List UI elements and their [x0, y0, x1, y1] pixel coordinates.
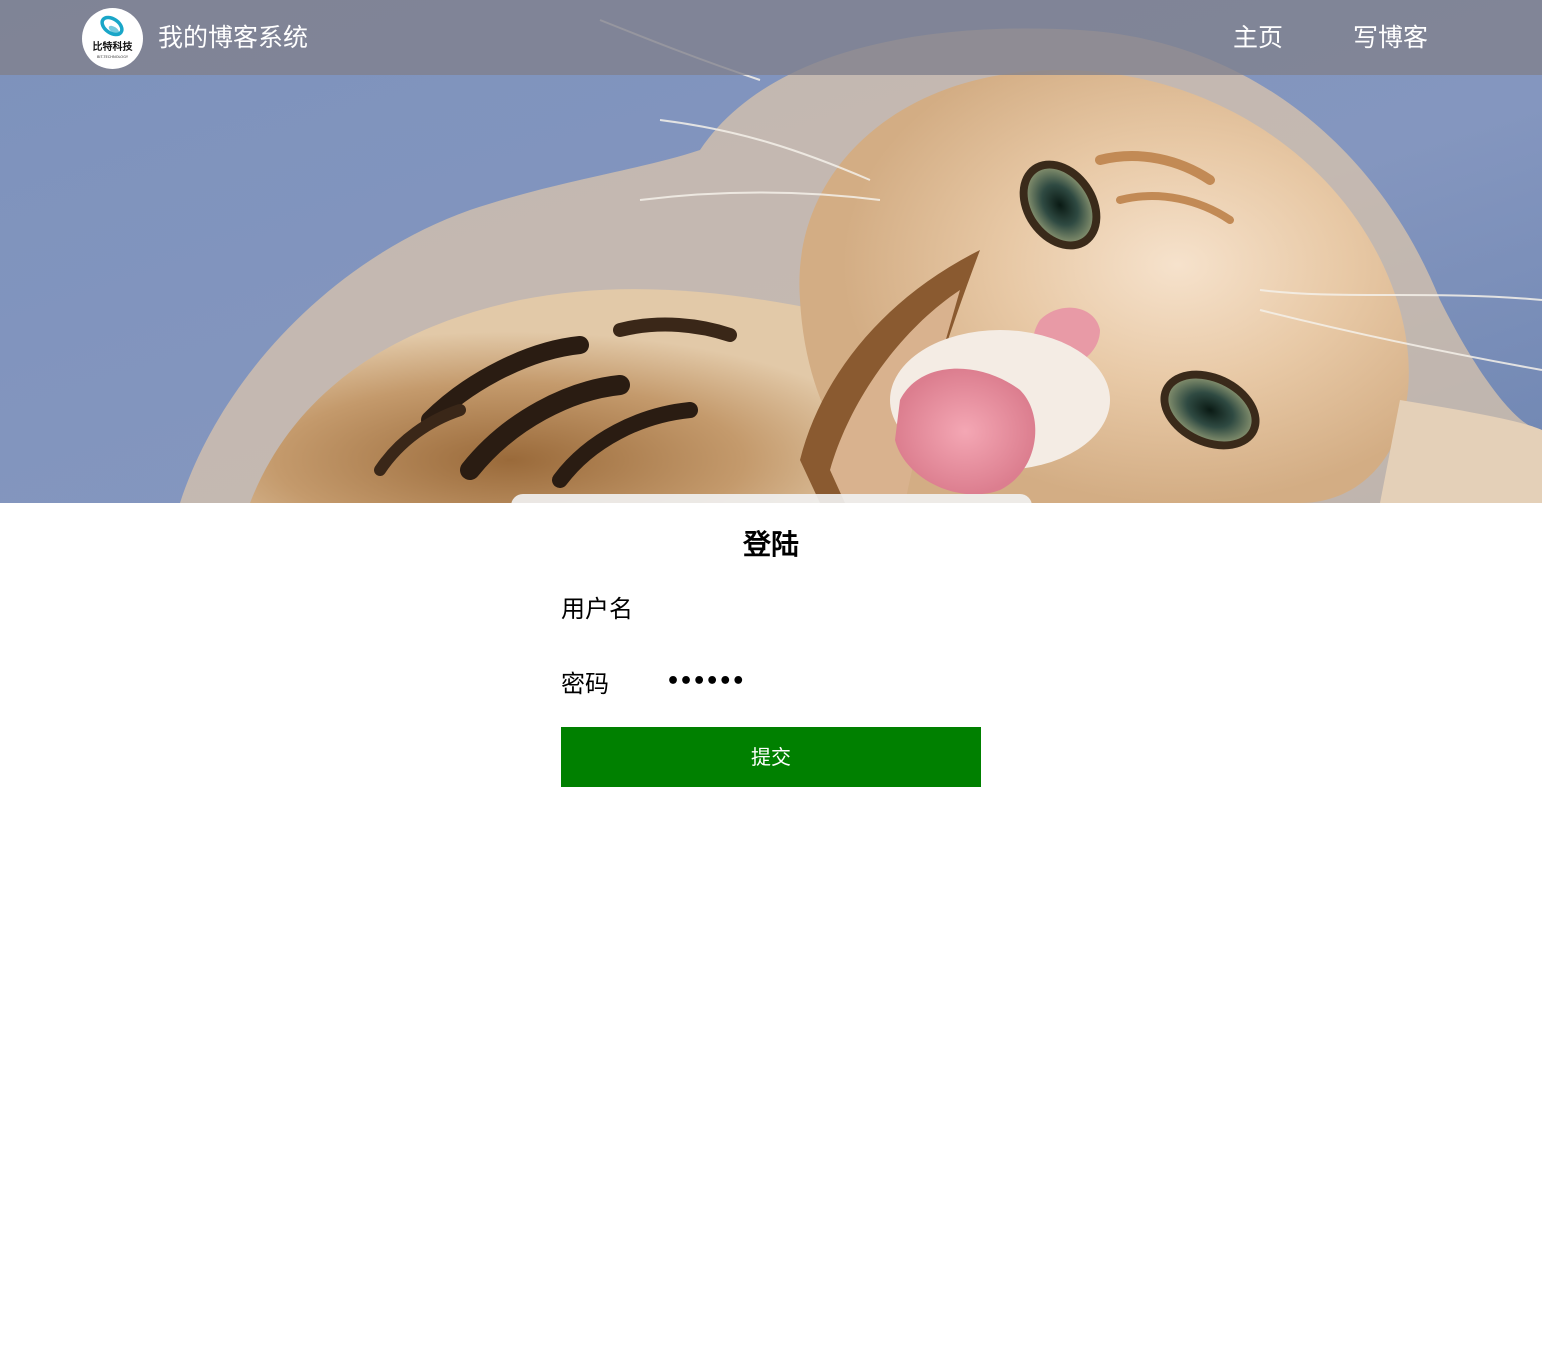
submit-button[interactable]: 提交: [561, 727, 981, 787]
nav-write-blog-link[interactable]: 写博客: [1353, 22, 1428, 54]
top-navbar: 比特科技 BIT-TECHNOLOGY 我的博客系统 主页 写博客: [0, 0, 1542, 75]
username-label: 用户名: [561, 595, 633, 623]
username-row: 用户名: [561, 589, 981, 629]
logo-mark-icon: 比特科技 BIT-TECHNOLOGY: [93, 15, 134, 59]
kitten-photo: [0, 0, 1542, 503]
company-logo: 比特科技 BIT-TECHNOLOGY: [82, 8, 143, 69]
site-title: 我的博客系统: [158, 23, 309, 52]
logo-subtext: BIT-TECHNOLOGY: [97, 55, 129, 59]
nav-home-link[interactable]: 主页: [1233, 22, 1283, 54]
username-input[interactable]: [661, 591, 961, 627]
hero-background-image: [0, 0, 1542, 503]
login-title: 登陆: [742, 528, 799, 561]
password-row: 密码 ••••••: [561, 664, 981, 704]
password-label: 密码: [561, 670, 609, 698]
logo-text: 比特科技: [93, 40, 134, 53]
password-input[interactable]: [661, 666, 961, 702]
